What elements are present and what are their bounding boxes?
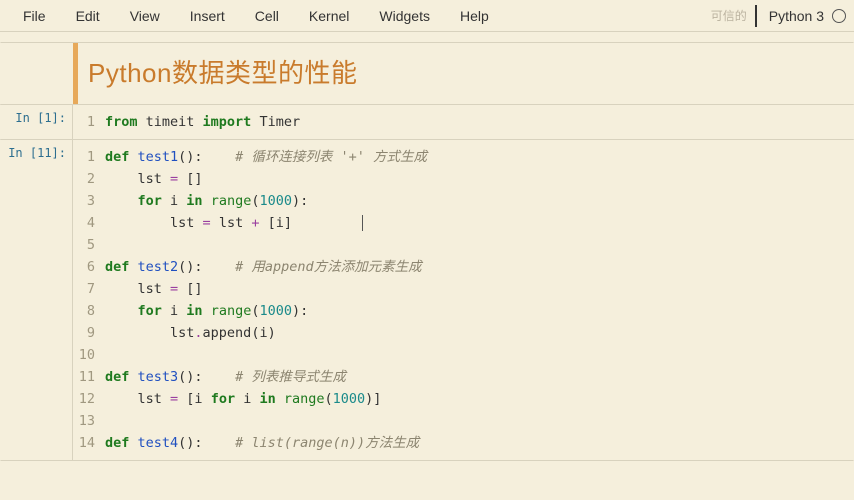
line-content: def test3(): # 列表推导式生成 (105, 366, 346, 388)
code-line: 13 (77, 410, 853, 432)
line-content: lst = [] (105, 278, 203, 300)
line-number: 13 (77, 410, 105, 432)
code-line: 5 (77, 234, 853, 256)
code-line: 8 for i in range(1000): (77, 300, 853, 322)
line-number: 7 (77, 278, 105, 300)
line-content: def test1(): # 循环连接列表 '+' 方式生成 (105, 146, 427, 168)
code-line: 1from timeit import Timer (77, 111, 853, 133)
menu-insert[interactable]: Insert (175, 3, 240, 29)
menubar: FileEditViewInsertCellKernelWidgetsHelp … (0, 0, 854, 32)
heading-title: Python数据类型的性能 (88, 53, 357, 90)
line-number: 3 (77, 190, 105, 212)
menu-widgets[interactable]: Widgets (364, 3, 445, 29)
line-number: 10 (77, 344, 105, 366)
code-line: 1def test1(): # 循环连接列表 '+' 方式生成 (77, 146, 853, 168)
code-cell[interactable]: In [1]:1from timeit import Timer (0, 104, 854, 140)
line-number: 4 (77, 212, 105, 234)
markdown-cell[interactable]: Python数据类型的性能 (0, 42, 854, 105)
code-line: 11def test3(): # 列表推导式生成 (77, 366, 853, 388)
line-content: lst = lst + [i] (105, 212, 363, 234)
trusted-label[interactable]: 可信的 (711, 7, 755, 24)
line-number: 5 (77, 234, 105, 256)
menu-help[interactable]: Help (445, 3, 504, 29)
line-content: from timeit import Timer (105, 111, 300, 133)
code-line: 7 lst = [] (77, 278, 853, 300)
markdown-content: Python数据类型的性能 (73, 43, 367, 104)
code-line: 10 (77, 344, 853, 366)
line-number: 2 (77, 168, 105, 190)
line-content: for i in range(1000): (105, 300, 308, 322)
code-line: 14def test4(): # list(range(n))方法生成 (77, 432, 853, 454)
kernel-name: Python 3 (769, 8, 832, 24)
line-content: lst = [i for i in range(1000)] (105, 388, 381, 410)
line-content: lst.append(i) (105, 322, 276, 344)
input-prompt: In [1]: (1, 105, 73, 139)
line-number: 9 (77, 322, 105, 344)
code-line: 12 lst = [i for i in range(1000)] (77, 388, 853, 410)
code-editor[interactable]: 1def test1(): # 循环连接列表 '+' 方式生成2 lst = [… (73, 140, 853, 460)
menu-cell[interactable]: Cell (240, 3, 294, 29)
code-cell[interactable]: In [11]:1def test1(): # 循环连接列表 '+' 方式生成2… (0, 139, 854, 461)
notebook-container: Python数据类型的性能 In [1]:1from timeit import… (0, 32, 854, 461)
menu-edit[interactable]: Edit (61, 3, 115, 29)
line-content: lst = [] (105, 168, 203, 190)
text-cursor (362, 215, 363, 231)
menu-view[interactable]: View (115, 3, 175, 29)
line-content: def test4(): # list(range(n))方法生成 (105, 432, 419, 454)
line-number: 12 (77, 388, 105, 410)
code-editor[interactable]: 1from timeit import Timer (73, 105, 853, 139)
kernel-status[interactable]: Python 3 (755, 5, 846, 27)
code-line: 9 lst.append(i) (77, 322, 853, 344)
line-number: 1 (77, 111, 105, 133)
line-number: 1 (77, 146, 105, 168)
code-line: 3 for i in range(1000): (77, 190, 853, 212)
code-line: 4 lst = lst + [i] (77, 212, 853, 234)
prompt-empty (1, 43, 73, 104)
code-line: 2 lst = [] (77, 168, 853, 190)
menu-file[interactable]: File (8, 3, 61, 29)
line-number: 14 (77, 432, 105, 454)
menu-kernel[interactable]: Kernel (294, 3, 364, 29)
line-number: 11 (77, 366, 105, 388)
line-number: 8 (77, 300, 105, 322)
input-prompt: In [11]: (1, 140, 73, 460)
line-number: 6 (77, 256, 105, 278)
line-content: def test2(): # 用append方法添加元素生成 (105, 256, 422, 278)
line-content: for i in range(1000): (105, 190, 308, 212)
code-line: 6def test2(): # 用append方法添加元素生成 (77, 256, 853, 278)
kernel-idle-icon (832, 9, 846, 23)
